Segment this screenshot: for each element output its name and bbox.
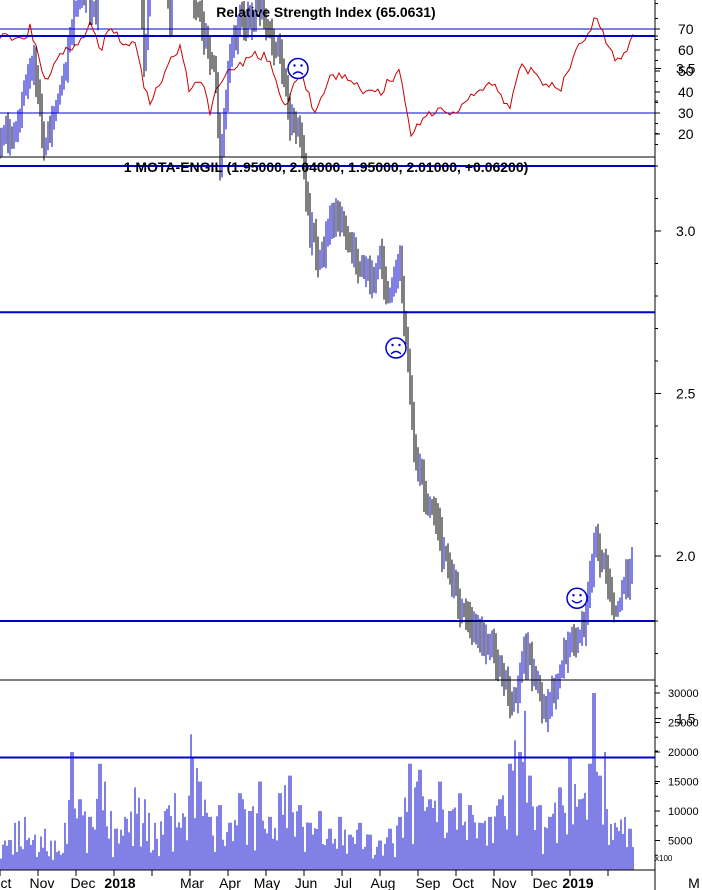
price-tick-label: 3.5	[676, 61, 696, 77]
face-icon-eye-right	[398, 343, 401, 347]
x-tick-label: Aug	[371, 875, 396, 890]
x-tick-label: May	[254, 875, 280, 890]
price-tick-label: 3.0	[676, 223, 696, 239]
rsi-tick-label-60: 60	[678, 42, 694, 58]
volume-unit-label: x100	[655, 854, 673, 863]
volume-tick-label: 30000	[668, 688, 699, 700]
x-tick-label: Jun	[295, 875, 318, 890]
stock-chart: Relative Strength Index (65.0631) 20 30 40…	[0, 0, 702, 890]
face-icon-eye-left	[391, 343, 394, 347]
x-tick-label: 2018	[104, 875, 135, 890]
rsi-title: Relative Strength Index (65.0631)	[216, 4, 435, 20]
face-icon-eye-right	[579, 594, 582, 597]
x-tick-label: Apr	[219, 875, 241, 890]
x-tick-label: Jul	[334, 875, 352, 890]
x-tick-label: ct	[1, 875, 12, 890]
x-tick-label: Nov	[30, 875, 55, 890]
x-tick-label: Dec	[533, 875, 558, 890]
smiley-face-icon	[566, 587, 588, 609]
rsi-tick-label-40: 40	[678, 84, 694, 100]
price-tick-label: 2.0	[676, 548, 696, 564]
volume-tick-label: 10000	[668, 806, 699, 818]
face-icon-eye-left	[293, 64, 296, 67]
face-icon-outline	[287, 57, 309, 80]
x-tick-label: Nov	[492, 875, 517, 890]
face-icon-outline	[566, 587, 588, 609]
volume-tick-label: 25000	[668, 718, 699, 730]
x-tick-label: Oct	[452, 875, 474, 890]
price-tick-label: 2.5	[676, 386, 696, 402]
face-icon-eye-right	[300, 64, 303, 67]
face-icon-outline	[385, 337, 407, 359]
rsi-tick-label-20: 20	[678, 126, 694, 142]
rsi-tick-label-70: 70	[678, 21, 694, 37]
x-tick-label: Dec	[71, 875, 96, 890]
volume-tick-label: 15000	[668, 777, 699, 789]
sad-face-icon	[287, 57, 309, 80]
face-icon-eye-left	[572, 594, 575, 597]
x-tick-label: Mar	[180, 875, 204, 890]
volume-tick-label: 5000	[668, 836, 692, 848]
x-tick-label: M	[688, 875, 700, 890]
volume-tick-label: 20000	[668, 747, 699, 759]
x-tick-label: Sep	[416, 875, 441, 890]
rsi-tick-label-30: 30	[678, 105, 694, 121]
price-title: 1 MOTA-ENGIL (1.95000, 2.04000, 1.95000,…	[124, 159, 529, 175]
sad-face-icon	[385, 337, 407, 359]
x-tick-label: 2019	[562, 875, 593, 890]
